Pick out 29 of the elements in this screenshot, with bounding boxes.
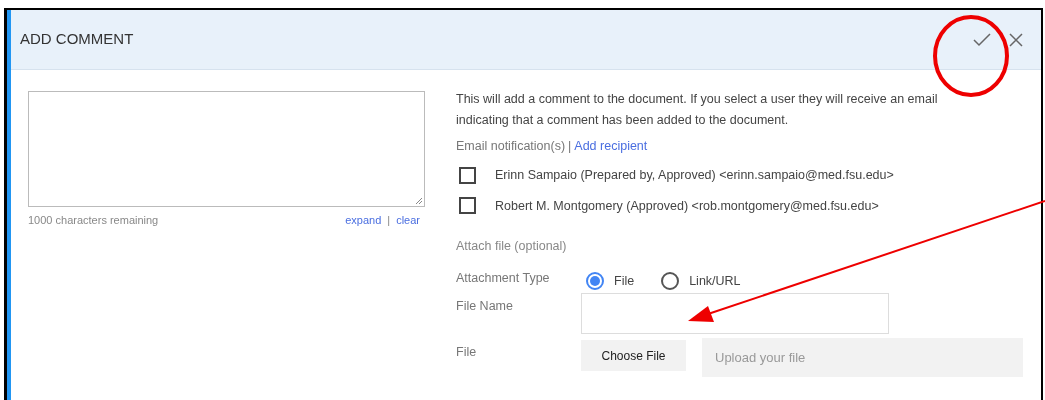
separator: | <box>568 139 572 153</box>
text-link[interactable]: clear <box>396 212 420 229</box>
attach-heading: Attach file (optional) <box>456 238 568 256</box>
notifications-label: Email notification(s) <box>456 139 566 153</box>
dialog-title: ADD COMMENT <box>20 29 135 50</box>
recipient-label: Robert M. Montgomery (Approved) <rob.montgomery@med.fsu.edu> <box>495 197 879 215</box>
checkbox[interactable] <box>459 197 476 215</box>
radio-button[interactable] <box>586 272 604 290</box>
file-name-field[interactable] <box>581 293 889 334</box>
check-icon <box>973 32 991 47</box>
characters-remaining: 1000 characters remaining <box>28 213 160 228</box>
radio-label: File <box>614 272 635 290</box>
upload-placeholder: Upload your file <box>715 348 806 367</box>
resize-handle-icon[interactable] <box>415 197 422 204</box>
recipient-label: Erinn Sampaio (Prepared by, Approved) <erinn.sampaio@med.fsu.edu> <box>495 166 894 184</box>
field-label: File <box>456 344 478 361</box>
checkbox[interactable] <box>459 166 476 184</box>
text-link[interactable]: expand <box>345 212 382 229</box>
upload-field[interactable]: Upload your file <box>702 338 1023 377</box>
link-divider: | <box>387 213 391 228</box>
radio-label: Link/URL <box>689 272 741 290</box>
info-text: This will add a comment to the document. If you select a user they will receive an email indicating that a comment has been added to the document. <box>456 91 939 129</box>
choose-file-button[interactable]: Choose File <box>581 340 686 371</box>
radio-button[interactable] <box>661 272 680 290</box>
field-label: Attachment Type <box>456 270 551 287</box>
close-icon <box>1009 32 1023 47</box>
comment-field[interactable] <box>28 91 425 207</box>
add-recipient-link[interactable]: Add recipient <box>574 139 648 153</box>
field-label: File Name <box>456 298 514 315</box>
